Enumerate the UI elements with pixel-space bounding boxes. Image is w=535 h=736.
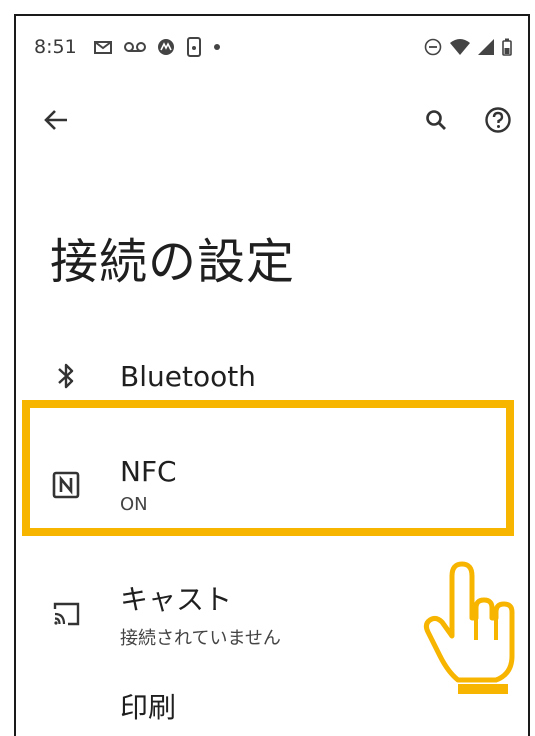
- page-title: 接続の設定: [50, 234, 296, 290]
- wifi-icon: [450, 39, 470, 55]
- mail-icon: [93, 41, 112, 54]
- setting-title: 印刷: [120, 691, 177, 724]
- help-button[interactable]: [478, 100, 518, 140]
- do-not-disturb-icon: [424, 38, 442, 56]
- setting-item-bluetooth[interactable]: Bluetooth: [16, 346, 528, 406]
- search-button[interactable]: [416, 100, 456, 140]
- nfc-phone-icon: [186, 37, 201, 57]
- signal-icon: [478, 39, 494, 55]
- tap-hand-icon: [423, 561, 515, 694]
- app-bar: [16, 94, 528, 144]
- cast-icon: [50, 598, 82, 630]
- notification-icons: [93, 37, 221, 57]
- setting-title: NFC: [120, 455, 177, 488]
- setting-summary: 接続されていません: [120, 628, 281, 649]
- back-button[interactable]: [36, 102, 76, 138]
- voicemail-icon: [123, 42, 146, 52]
- setting-title: Bluetooth: [120, 359, 256, 393]
- setting-item-nfc[interactable]: NFC ON: [16, 430, 528, 540]
- setting-title: キャスト: [120, 583, 233, 616]
- status-time: 8:51: [34, 36, 77, 58]
- search-icon: [426, 110, 446, 130]
- bluetooth-icon: [50, 360, 82, 392]
- status-bar: 8:51: [16, 16, 528, 78]
- dot-icon: [213, 44, 220, 50]
- setting-summary: ON: [120, 494, 148, 515]
- back-arrow-icon: [44, 110, 67, 130]
- help-icon: [485, 107, 511, 133]
- motorola-icon: [157, 39, 174, 55]
- battery-icon: [502, 38, 512, 56]
- nfc-icon: [50, 469, 82, 501]
- system-icons: [424, 38, 512, 56]
